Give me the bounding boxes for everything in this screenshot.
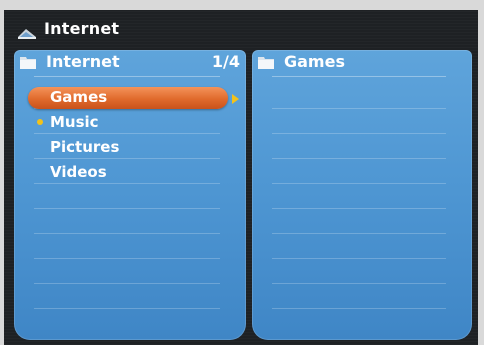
row-divider [34,258,220,259]
row-divider [272,208,446,209]
row-divider [34,283,220,284]
screen: Internet Internet 1/4 Games Music Pictur… [4,10,478,345]
pane-title: Games [284,52,345,71]
list-item-label: Music [50,113,99,131]
row-divider [34,208,220,209]
title-bar: Internet [4,10,478,50]
row-divider [272,108,446,109]
folder-icon [258,57,274,69]
row-divider [272,283,446,284]
header-divider [272,76,446,77]
list-item-videos[interactable]: Videos [28,162,228,184]
pane-header: Internet 1/4 [14,50,246,76]
pane-title: Internet [46,52,120,71]
expand-arrow-icon [232,94,239,104]
window-title: Internet [44,19,120,38]
list-item-music[interactable]: Music [28,112,228,134]
list-item-pictures[interactable]: Pictures [28,137,228,159]
pane-header: Games [252,50,472,76]
row-divider [272,158,446,159]
row-divider [272,133,446,134]
games-pane[interactable]: Games [252,50,472,340]
item-counter: 1/4 [211,52,240,71]
list-item-label: Games [50,88,108,106]
row-divider [272,233,446,234]
folder-icon [20,57,36,69]
row-divider [272,258,446,259]
list-item-games[interactable]: Games [28,87,228,109]
list-item-label: Pictures [50,138,120,156]
internet-pane[interactable]: Internet 1/4 Games Music Pictures Videos [14,50,246,340]
row-divider [272,183,446,184]
header-divider [34,76,220,77]
row-divider [34,233,220,234]
list-item-label: Videos [50,163,107,181]
network-icon [18,29,36,39]
row-divider [34,308,220,309]
row-divider [272,308,446,309]
selection-marker-icon [37,119,43,125]
